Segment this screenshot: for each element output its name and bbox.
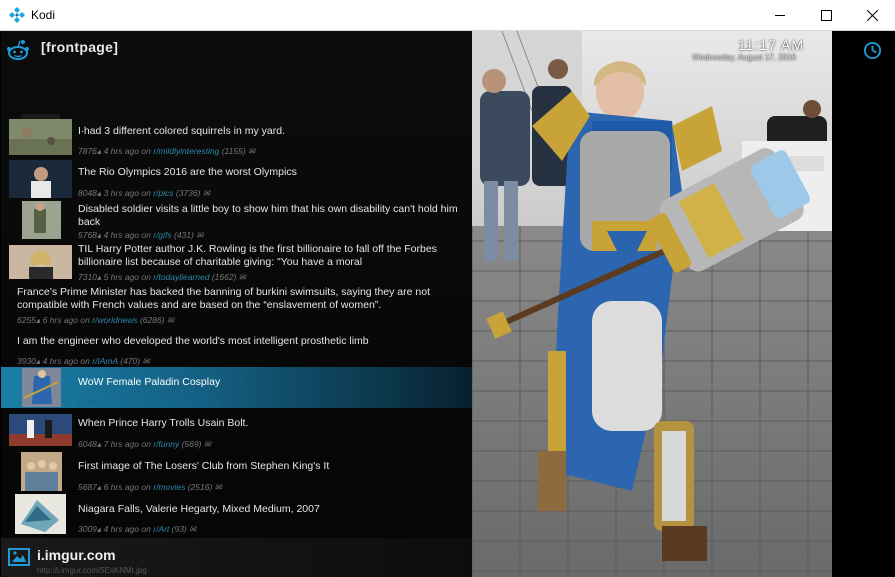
post-thumbnail xyxy=(21,452,62,491)
post-title: TIL Harry Potter author J.K. Rowling is … xyxy=(78,243,437,268)
footer-link-info: i.imgur.com http://i.imgur.com/5ExKNMt.j… xyxy=(1,538,472,577)
list-item[interactable]: Niagara Falls, Valerie Hegarty, Mixed Me… xyxy=(1,492,472,537)
right-strip xyxy=(832,31,894,577)
maximize-icon xyxy=(820,10,832,21)
list-item-selected[interactable]: WoW Female Paladin Cosplay 2568▴ 4 hrs a… xyxy=(1,367,472,408)
list-item[interactable]: When Prince Harry Trolls Usain Bolt. 604… xyxy=(1,408,472,450)
post-title: WoW Female Paladin Cosplay xyxy=(78,376,221,388)
list-item[interactable]: I had 3 different colored squirrels in m… xyxy=(1,117,472,158)
post-thumbnail xyxy=(9,245,72,279)
clock-time: 11:17 AM xyxy=(737,37,804,53)
post-title: First image of The Losers' Club from Ste… xyxy=(78,460,330,472)
window-titlebar: Kodi xyxy=(0,0,895,31)
header: [frontpage] xyxy=(1,31,472,68)
post-meta: 6255▴ 6 hrs ago on r/worldnews (6286) ✉ xyxy=(17,315,175,325)
close-button[interactable] xyxy=(849,0,895,31)
window-title: Kodi xyxy=(31,8,56,22)
list-item[interactable]: TIL Harry Potter author J.K. Rowling is … xyxy=(1,240,472,283)
link-url: http://i.imgur.com/5ExKNMt.jpg xyxy=(37,566,147,575)
maximize-button[interactable] xyxy=(803,0,849,31)
post-title: Niagara Falls, Valerie Hegarty, Mixed Me… xyxy=(78,503,320,515)
link-domain: i.imgur.com xyxy=(37,547,116,563)
post-meta: 3009▴ 4 hrs ago on r/Art (93) ✉ xyxy=(78,524,197,534)
post-meta: 3930▴ 4 hrs ago on r/IAmA (470) ✉ xyxy=(17,356,150,366)
close-icon xyxy=(866,10,878,21)
comment-icon: ✉ xyxy=(203,439,211,449)
post-title: France’s Prime Minister has backed the b… xyxy=(17,286,431,311)
post-meta: 6048▴ 7 hrs ago on r/funny (569) ✉ xyxy=(78,439,211,449)
post-thumbnail xyxy=(9,160,72,198)
post-thumbnail xyxy=(15,494,66,534)
comment-icon: ✉ xyxy=(142,356,150,366)
kodi-logo-icon xyxy=(9,7,25,23)
comment-icon: ✉ xyxy=(238,272,246,282)
list-item[interactable]: I am the engineer who developed the worl… xyxy=(1,327,472,368)
page-title: [frontpage] xyxy=(41,39,119,55)
post-title: When Prince Harry Trolls Usain Bolt. xyxy=(78,417,249,429)
reddit-alien-icon xyxy=(7,40,29,60)
clock-icon xyxy=(863,41,882,60)
minimize-icon xyxy=(774,15,785,16)
comment-icon: ✉ xyxy=(166,315,175,325)
post-thumbnail xyxy=(9,414,72,446)
post-thumbnail xyxy=(9,119,72,155)
post-list-panel: [frontpage] .. I had 3 different colored… xyxy=(1,31,472,577)
post-meta: 8048▴ 3 hrs ago on r/pics (3736) ✉ xyxy=(78,188,210,198)
post-meta: 7876▴ 4 hrs ago on r/mildlyinteresting (… xyxy=(78,146,256,156)
clock: 11:17 AM Wednesday, August 17, 2016 xyxy=(472,31,832,71)
post-thumbnail xyxy=(22,201,61,239)
back-item[interactable]: .. xyxy=(1,71,472,154)
post-thumbnail xyxy=(22,368,61,407)
post-title: The Rio Olympics 2016 are the worst Olym… xyxy=(78,166,297,178)
comment-icon: ✉ xyxy=(202,188,210,198)
comment-icon: ✉ xyxy=(248,146,256,156)
list-item[interactable]: Disabled soldier visits a little boy to … xyxy=(1,199,472,240)
list-item[interactable]: France’s Prime Minister has backed the b… xyxy=(1,283,472,327)
post-title: Disabled soldier visits a little boy to … xyxy=(78,203,458,228)
comment-icon: ✉ xyxy=(196,230,204,240)
clock-date: Wednesday, August 17, 2016 xyxy=(692,53,796,62)
post-image: 11:17 AM Wednesday, August 17, 2016 xyxy=(472,31,832,577)
list-item[interactable]: First image of The Losers' Club from Ste… xyxy=(1,450,472,492)
post-meta: 2568▴ 4 hrs ago on r/gaming (203) ✉ xyxy=(78,397,218,407)
comment-icon: ✉ xyxy=(210,397,218,407)
post-meta: 7310▴ 5 hrs ago on r/todayilearned (1662… xyxy=(78,272,246,282)
comment-icon: ✉ xyxy=(189,524,197,534)
list-item[interactable]: The Rio Olympics 2016 are the worst Olym… xyxy=(1,158,472,199)
kodi-app: 11:17 AM Wednesday, August 17, 2016 [fro… xyxy=(1,31,894,577)
image-link-icon xyxy=(8,548,30,566)
minimize-button[interactable] xyxy=(757,0,803,31)
post-title: I am the engineer who developed the worl… xyxy=(17,335,369,347)
post-title: I had 3 different colored squirrels in m… xyxy=(78,125,285,137)
comment-icon: ✉ xyxy=(214,482,222,492)
